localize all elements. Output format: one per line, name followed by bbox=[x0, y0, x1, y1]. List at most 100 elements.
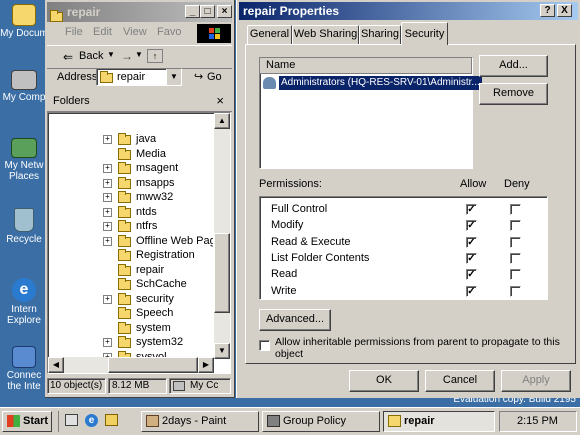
scroll-thumb[interactable] bbox=[214, 233, 230, 313]
my-computer-icon[interactable]: My Comp bbox=[0, 70, 48, 103]
tree-expander-icon[interactable]: + bbox=[103, 236, 112, 246]
my-documents-icon[interactable]: My Docum bbox=[0, 4, 48, 39]
tree-item[interactable]: repair bbox=[48, 263, 208, 277]
forward-arrow-icon[interactable]: → bbox=[121, 49, 133, 63]
up-folder-icon[interactable]: ↑ bbox=[147, 49, 163, 63]
tree-item[interactable]: + security bbox=[48, 292, 208, 306]
quick-launch: e bbox=[58, 411, 131, 432]
tree-expander-icon[interactable]: + bbox=[103, 135, 112, 144]
deny-checkbox[interactable] bbox=[510, 236, 521, 248]
help-button[interactable]: ? bbox=[540, 4, 555, 17]
back-dropdown-icon[interactable]: ▼ bbox=[107, 50, 115, 59]
hscroll-thumb[interactable] bbox=[108, 357, 198, 373]
tree-item-label: Media bbox=[136, 147, 166, 160]
scroll-left-button[interactable]: ◀ bbox=[48, 357, 64, 373]
tree-horizontal-scrollbar[interactable]: ◀ ▶ bbox=[48, 357, 214, 373]
tree-expander-icon[interactable]: + bbox=[103, 338, 112, 347]
scroll-down-button[interactable]: ▼ bbox=[214, 343, 230, 359]
tree-item[interactable]: Registration bbox=[48, 248, 208, 262]
allow-checkbox[interactable]: ✓ bbox=[466, 252, 477, 264]
inherit-permissions-checkbox[interactable] bbox=[259, 340, 270, 351]
tree-item[interactable]: system bbox=[48, 321, 208, 335]
explorer-title: repair bbox=[67, 5, 101, 19]
tree-expander-icon[interactable]: + bbox=[103, 178, 112, 188]
apply-button[interactable]: Apply bbox=[501, 370, 571, 392]
properties-titlebar[interactable]: repair Properties ? X bbox=[239, 2, 578, 20]
tree-item[interactable]: + ntfrs bbox=[48, 219, 208, 233]
go-button[interactable]: Go bbox=[207, 71, 222, 83]
tree-item[interactable]: + Offline Web Page bbox=[48, 234, 213, 248]
close-button[interactable]: × bbox=[217, 5, 232, 18]
tree-item[interactable]: + mww32 bbox=[48, 190, 208, 204]
tree-item[interactable]: + java bbox=[48, 132, 208, 146]
explorer-titlebar[interactable]: repair _ □ × bbox=[47, 2, 232, 22]
taskbar: Start e 2days - Paint Group Policy repai… bbox=[0, 407, 580, 435]
tree-expander-icon[interactable]: + bbox=[103, 207, 112, 217]
menu-edit[interactable]: Edit bbox=[93, 26, 112, 38]
taskbar-item-group-policy[interactable]: Group Policy bbox=[262, 411, 380, 432]
minimize-button[interactable]: _ bbox=[185, 5, 200, 18]
forward-dropdown-icon[interactable]: ▼ bbox=[135, 50, 143, 59]
start-button[interactable]: Start bbox=[2, 411, 52, 432]
deny-checkbox[interactable] bbox=[510, 269, 521, 281]
taskbar-item-paint[interactable]: 2days - Paint bbox=[141, 411, 259, 432]
go-arrow-icon[interactable]: ↪ bbox=[194, 70, 203, 83]
tree-expander-icon[interactable]: + bbox=[103, 164, 112, 173]
tree-item[interactable]: SchCache bbox=[48, 277, 208, 291]
advanced-button[interactable]: Advanced... bbox=[259, 309, 331, 331]
my-computer-label: My Comp bbox=[2, 92, 46, 103]
outlook-quicklaunch-icon[interactable] bbox=[105, 414, 118, 426]
cancel-button[interactable]: Cancel bbox=[425, 370, 495, 392]
ie-quicklaunch-icon[interactable]: e bbox=[85, 414, 98, 427]
close-pane-icon[interactable]: × bbox=[216, 93, 224, 108]
tree-item[interactable]: + msapps bbox=[48, 176, 208, 190]
tree-vertical-scrollbar[interactable]: ▲ ▼ bbox=[214, 113, 230, 359]
deny-checkbox[interactable] bbox=[510, 220, 521, 232]
back-arrow-icon[interactable]: ⇐ bbox=[63, 50, 73, 64]
tree-item[interactable]: + system32 bbox=[48, 335, 208, 349]
menu-view[interactable]: View bbox=[123, 26, 147, 38]
my-network-places-icon[interactable]: My Netw Places bbox=[0, 138, 48, 182]
allow-checkbox[interactable]: ✓ bbox=[466, 220, 477, 232]
deny-checkbox[interactable] bbox=[510, 252, 521, 264]
scroll-up-button[interactable]: ▲ bbox=[214, 113, 230, 129]
scroll-right-button[interactable]: ▶ bbox=[198, 357, 214, 373]
menu-favorites[interactable]: Favo bbox=[157, 26, 181, 38]
tree-expander-icon[interactable]: + bbox=[103, 193, 112, 202]
tree-item[interactable]: + ntds bbox=[48, 205, 208, 219]
tab-security[interactable]: Security bbox=[401, 22, 448, 45]
tree-item[interactable]: Media bbox=[48, 147, 208, 161]
back-button[interactable]: Back bbox=[79, 50, 103, 62]
maximize-button[interactable]: □ bbox=[200, 5, 215, 18]
internet-explorer-icon[interactable]: e Intern Explore bbox=[0, 278, 48, 326]
connect-internet-icon[interactable]: Connec the Inte bbox=[0, 346, 48, 392]
recycle-bin-icon[interactable]: Recycle bbox=[0, 208, 48, 245]
clock[interactable]: 2:15 PM bbox=[517, 415, 558, 427]
address-dropdown-button[interactable]: ▼ bbox=[166, 69, 181, 85]
allow-checkbox[interactable]: ✓ bbox=[466, 236, 477, 248]
tab-sharing[interactable]: Sharing bbox=[359, 25, 401, 44]
add-button[interactable]: Add... bbox=[479, 55, 548, 77]
tree-item[interactable]: Speech bbox=[48, 306, 208, 320]
tree-expander-icon[interactable]: + bbox=[103, 294, 112, 304]
show-desktop-icon[interactable] bbox=[65, 414, 78, 426]
dialog-close-button[interactable]: X bbox=[557, 4, 572, 17]
deny-checkbox[interactable] bbox=[510, 204, 521, 215]
address-input[interactable]: repair ▼ bbox=[96, 68, 182, 86]
allow-checkbox[interactable]: ✓ bbox=[466, 269, 477, 281]
name-column-header[interactable]: Name bbox=[260, 58, 472, 74]
tab-general[interactable]: General bbox=[247, 25, 292, 44]
account-row-administrators[interactable]: Administrators (HQ-RES-SRV-01\Administr.… bbox=[263, 76, 482, 90]
allow-checkbox[interactable]: ✓ bbox=[466, 204, 477, 215]
remove-button[interactable]: Remove bbox=[479, 83, 548, 105]
system-tray: 2:15 PM bbox=[499, 411, 577, 432]
allow-checkbox[interactable]: ✓ bbox=[466, 285, 477, 297]
tree-item-label: msapps bbox=[136, 176, 175, 189]
tab-web-sharing[interactable]: Web Sharing bbox=[292, 25, 359, 44]
deny-checkbox[interactable] bbox=[510, 285, 521, 297]
tree-item[interactable]: + msagent bbox=[48, 161, 208, 175]
taskbar-item-repair[interactable]: repair bbox=[383, 411, 495, 432]
ok-button[interactable]: OK bbox=[349, 370, 419, 392]
tree-expander-icon[interactable]: + bbox=[103, 222, 112, 231]
menu-file[interactable]: File bbox=[65, 26, 83, 38]
